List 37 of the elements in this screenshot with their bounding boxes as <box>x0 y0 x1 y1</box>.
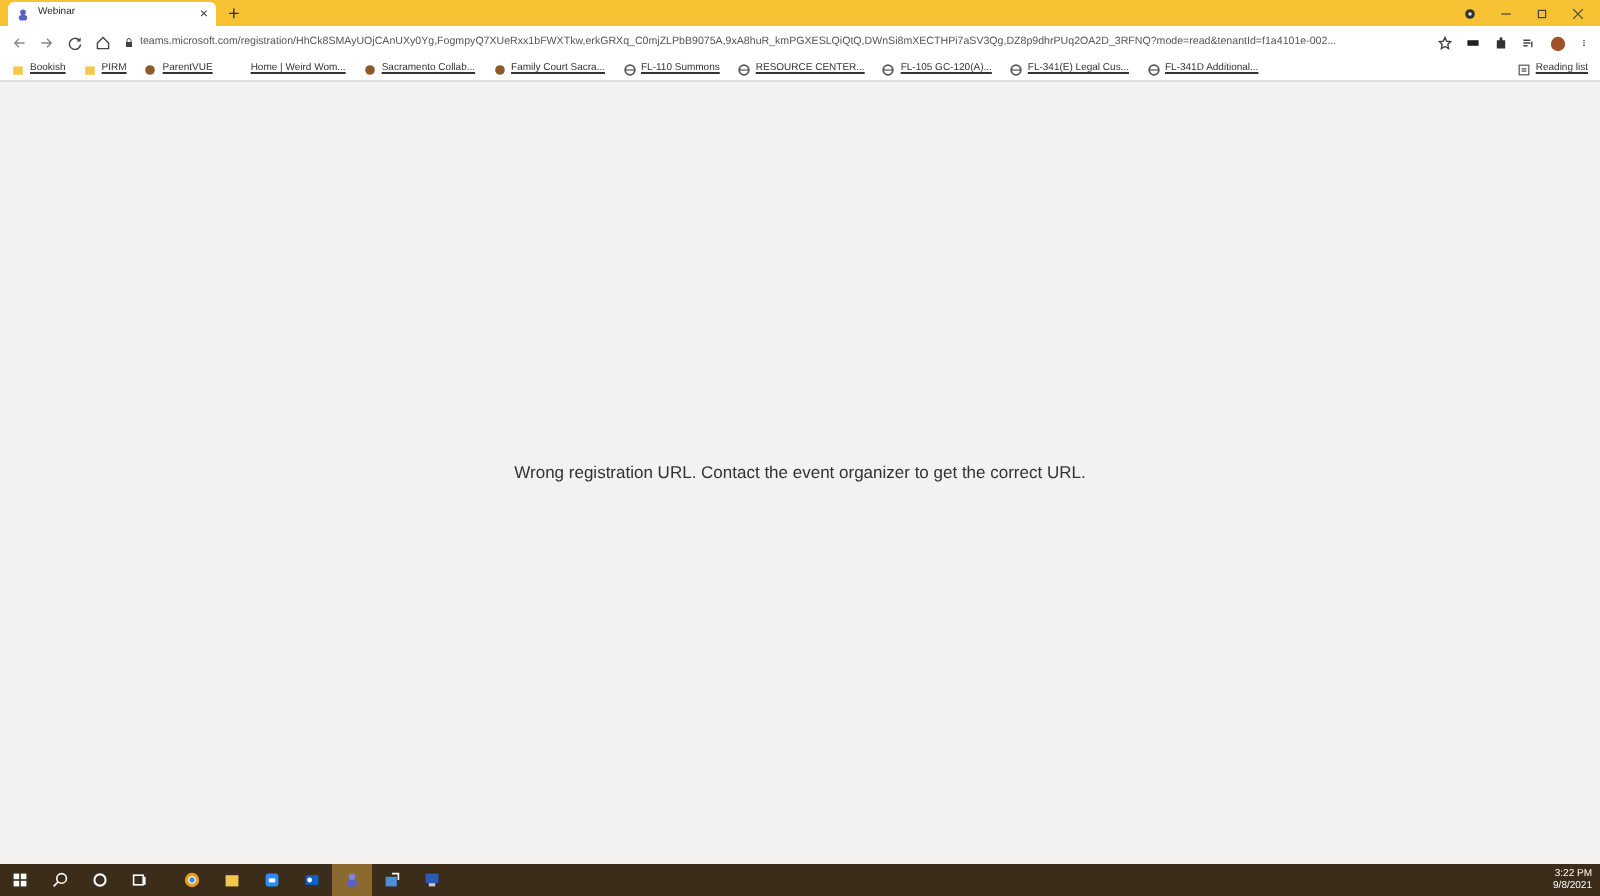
globe-icon <box>882 64 895 76</box>
globe-icon <box>1009 64 1022 76</box>
list-icon <box>1517 64 1530 76</box>
playlist-icon[interactable] <box>1522 36 1536 50</box>
new-tab-button[interactable]: + <box>216 6 252 26</box>
star-icon[interactable] <box>1438 36 1452 50</box>
people-icon <box>344 872 360 888</box>
site-icon <box>363 64 376 76</box>
forward-arrow-icon[interactable] <box>40 36 54 50</box>
task-view-icon <box>132 872 148 888</box>
people-icon <box>16 7 30 21</box>
monitor-icon <box>424 872 440 888</box>
error-message: Wrong registration URL. Contact the event organizer to get the correct URL. <box>514 460 1086 486</box>
search-icon <box>52 872 68 888</box>
circle-icon <box>92 872 108 888</box>
minimize-icon[interactable] <box>1500 7 1512 19</box>
site-icon <box>493 64 506 76</box>
globe-icon <box>623 64 635 76</box>
folder-icon <box>224 872 240 888</box>
restore-icon[interactable] <box>1536 7 1548 19</box>
back-arrow-icon[interactable] <box>12 36 26 50</box>
avatar-icon[interactable] <box>1550 35 1566 51</box>
globe-icon <box>737 64 750 76</box>
folder-icon <box>83 64 96 76</box>
account-icon[interactable] <box>1464 7 1476 19</box>
folder-icon <box>12 64 24 76</box>
lock-icon <box>124 38 134 48</box>
globe-icon <box>1147 64 1159 76</box>
browser-icon <box>184 872 200 888</box>
remote-desktop-icon <box>384 872 400 888</box>
video-camera-icon <box>264 872 280 888</box>
windows-logo-icon <box>12 872 28 888</box>
mail-icon <box>304 872 320 888</box>
site-icon <box>144 64 157 76</box>
home-icon[interactable] <box>96 36 110 50</box>
reload-icon[interactable] <box>68 36 82 50</box>
close-icon[interactable] <box>1572 7 1584 19</box>
